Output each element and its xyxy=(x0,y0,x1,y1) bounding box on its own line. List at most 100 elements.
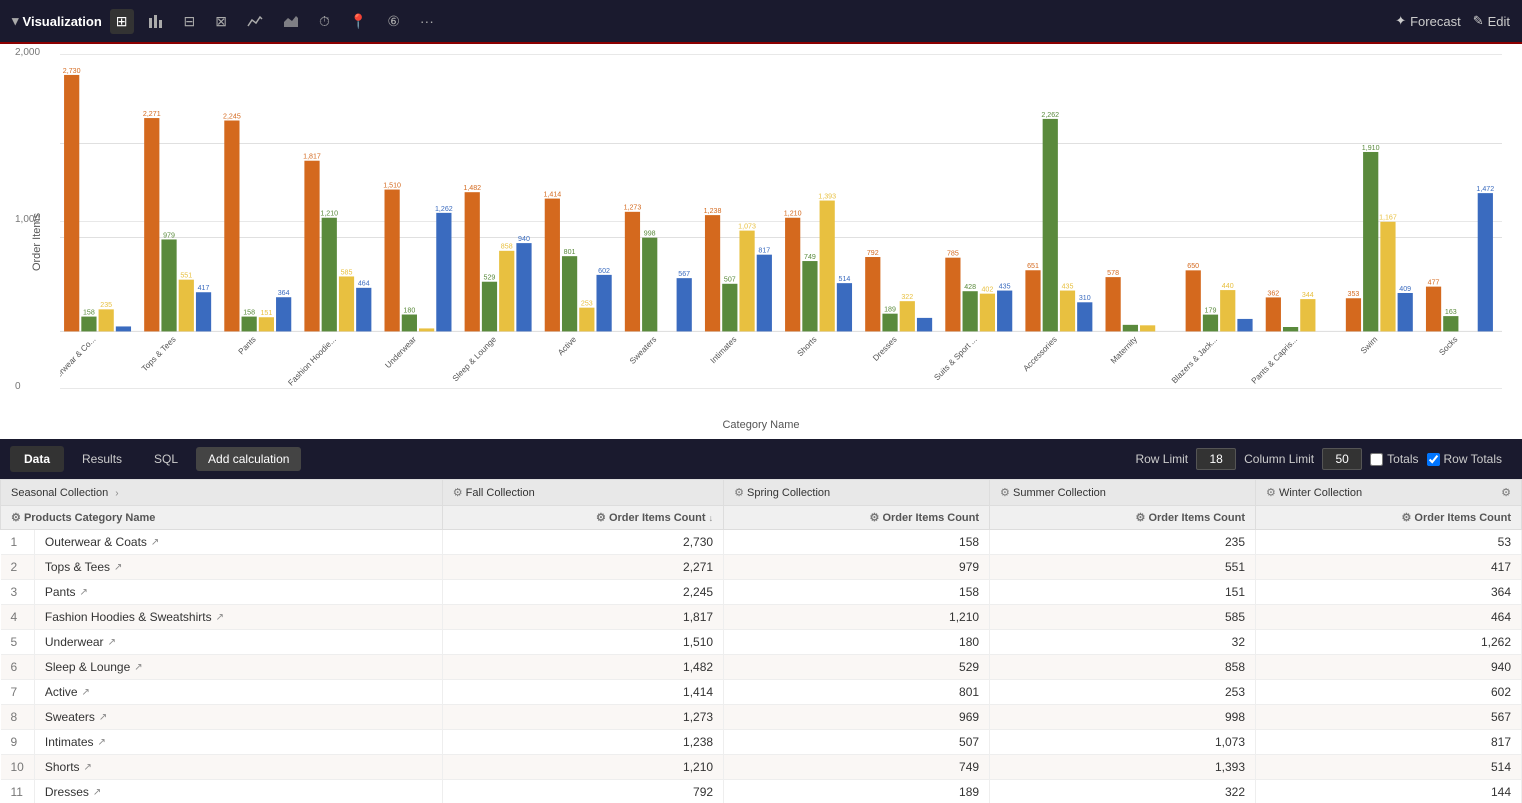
add-calculation-btn[interactable]: Add calculation xyxy=(196,447,301,471)
category-cell: Pants ↗ xyxy=(34,580,442,605)
spring-metric-gear[interactable]: ⚙ xyxy=(870,512,880,524)
data-panel: Data Results SQL Add calculation Row Lim… xyxy=(0,439,1522,803)
table-row: 1 Outerwear & Coats ↗ 2,730 158 235 53 xyxy=(1,530,1522,555)
winter-settings-icon[interactable]: ⚙ xyxy=(1501,486,1511,499)
tab-sql[interactable]: SQL xyxy=(140,446,192,472)
summer-metric-gear[interactable]: ⚙ xyxy=(1136,512,1146,524)
svg-text:435: 435 xyxy=(999,281,1011,290)
winter-metric-gear[interactable]: ⚙ xyxy=(1401,512,1411,524)
trend-icon[interactable]: ↗ xyxy=(134,662,142,673)
svg-text:651: 651 xyxy=(1027,261,1039,270)
trend-icon[interactable]: ↗ xyxy=(80,587,88,598)
data-tabs: Data Results SQL Add calculation Row Lim… xyxy=(0,439,1522,479)
dim-gear-icon[interactable]: ⚙ xyxy=(11,512,21,524)
winter-gear-icon[interactable]: ⚙ xyxy=(1266,487,1276,499)
row-number: 5 xyxy=(1,630,35,655)
trend-icon[interactable]: ↗ xyxy=(108,637,116,648)
filter-btn[interactable]: ⊟ xyxy=(178,9,202,34)
fall-gear-icon[interactable]: ⚙ xyxy=(453,487,463,499)
category-cell: Tops & Tees ↗ xyxy=(34,555,442,580)
trend-icon[interactable]: ↗ xyxy=(114,562,122,573)
bar-chart-svg: 2,730158235Outerwear & Co...2,2719795514… xyxy=(60,54,1502,389)
svg-text:551: 551 xyxy=(180,270,192,279)
svg-text:253: 253 xyxy=(581,298,593,307)
svg-text:158: 158 xyxy=(243,307,255,316)
data-controls: Row Limit Column Limit Totals Row Totals xyxy=(305,448,1512,470)
row-number: 1 xyxy=(1,530,35,555)
category-cell: Underwear ↗ xyxy=(34,630,442,655)
number-btn[interactable]: ⑥ xyxy=(381,9,406,34)
fall-collection-header: ⚙ Fall Collection xyxy=(442,480,723,506)
row-number: 6 xyxy=(1,655,35,680)
category-name: Sleep & Lounge xyxy=(45,660,130,674)
fall-value: 1,482 xyxy=(442,655,723,680)
table-row: 3 Pants ↗ 2,245 158 151 364 xyxy=(1,580,1522,605)
totals-checkbox-label[interactable]: Totals xyxy=(1370,452,1418,466)
totals-checkbox[interactable] xyxy=(1370,453,1383,466)
trend-icon[interactable]: ↗ xyxy=(82,687,90,698)
table-container[interactable]: Seasonal Collection › ⚙ Fall Collection … xyxy=(0,479,1522,803)
svg-text:1,073: 1,073 xyxy=(738,221,756,230)
visualization-title: ▾ Visualization xyxy=(12,13,102,29)
spring-gear-icon[interactable]: ⚙ xyxy=(734,487,744,499)
bar-chart-btn[interactable] xyxy=(142,10,170,32)
svg-text:2,262: 2,262 xyxy=(1041,110,1059,119)
row-number: 10 xyxy=(1,755,35,780)
spring-value: 158 xyxy=(724,530,990,555)
summer-metric-header: ⚙ Order Items Count xyxy=(990,506,1256,530)
col-limit-input[interactable] xyxy=(1322,448,1362,470)
fall-metric-gear[interactable]: ⚙ xyxy=(596,512,606,524)
category-cell: Sweaters ↗ xyxy=(34,705,442,730)
more-btn[interactable]: ··· xyxy=(414,9,440,33)
table-row: 5 Underwear ↗ 1,510 180 32 1,262 xyxy=(1,630,1522,655)
tab-data[interactable]: Data xyxy=(10,446,64,472)
svg-text:817: 817 xyxy=(758,245,770,254)
category-name: Outerwear & Coats xyxy=(45,535,147,549)
svg-text:Swim: Swim xyxy=(1359,335,1379,356)
trend-icon[interactable]: ↗ xyxy=(98,737,106,748)
svg-text:Pants: Pants xyxy=(237,335,258,357)
summer-gear-icon[interactable]: ⚙ xyxy=(1000,487,1010,499)
clock-btn[interactable]: ⏱ xyxy=(313,9,336,34)
edit-btn[interactable]: ✎ Edit xyxy=(1473,13,1510,29)
trend-icon[interactable]: ↗ xyxy=(93,787,101,798)
trend-icon[interactable]: ↗ xyxy=(99,712,107,723)
category-cell: Outerwear & Coats ↗ xyxy=(34,530,442,555)
trend-icon[interactable]: ↗ xyxy=(84,762,92,773)
summer-value: 551 xyxy=(990,555,1256,580)
table-body: 1 Outerwear & Coats ↗ 2,730 158 235 53 2… xyxy=(1,530,1522,803)
trend-icon[interactable]: ↗ xyxy=(151,537,159,548)
tab-results[interactable]: Results xyxy=(68,446,136,472)
row-totals-checkbox[interactable] xyxy=(1427,453,1440,466)
fall-value: 1,817 xyxy=(442,605,723,630)
pivot-btn[interactable]: ⊠ xyxy=(209,9,233,34)
line-chart-btn[interactable] xyxy=(241,10,269,32)
svg-text:940: 940 xyxy=(518,234,530,243)
svg-text:858: 858 xyxy=(501,242,513,251)
svg-text:163: 163 xyxy=(1445,307,1457,316)
table-row: 7 Active ↗ 1,414 801 253 602 xyxy=(1,680,1522,705)
forecast-btn[interactable]: ✦ Forecast xyxy=(1395,13,1460,29)
category-cell: Sleep & Lounge ↗ xyxy=(34,655,442,680)
category-cell: Dresses ↗ xyxy=(34,780,442,803)
svg-text:Accessories: Accessories xyxy=(1022,335,1059,373)
area-chart-btn[interactable] xyxy=(277,10,305,32)
winter-collection-header: ⚙ Winter Collection ⚙ xyxy=(1256,480,1522,506)
svg-text:Fashion Hoodie...: Fashion Hoodie... xyxy=(287,335,338,388)
svg-text:792: 792 xyxy=(867,248,879,257)
spring-value: 158 xyxy=(724,580,990,605)
spring-value: 180 xyxy=(724,630,990,655)
map-btn[interactable]: 📍 xyxy=(344,9,373,34)
row-limit-input[interactable] xyxy=(1196,448,1236,470)
row-totals-checkbox-label[interactable]: Row Totals xyxy=(1427,452,1502,466)
category-name: Fashion Hoodies & Sweatshirts xyxy=(45,610,212,624)
svg-text:Outerwear & Co...: Outerwear & Co... xyxy=(60,335,97,389)
dropdown-arrow[interactable]: ▾ xyxy=(12,13,19,29)
svg-text:1,210: 1,210 xyxy=(784,209,802,218)
toolbar: ▾ Visualization ⊞ ⊟ ⊠ ⏱ 📍 ⑥ ··· ✦ Foreca… xyxy=(0,0,1522,44)
fall-value: 792 xyxy=(442,780,723,803)
svg-text:235: 235 xyxy=(100,300,112,309)
table-view-btn[interactable]: ⊞ xyxy=(110,9,134,34)
summer-collection-header: ⚙ Summer Collection xyxy=(990,480,1256,506)
trend-icon[interactable]: ↗ xyxy=(216,612,224,623)
